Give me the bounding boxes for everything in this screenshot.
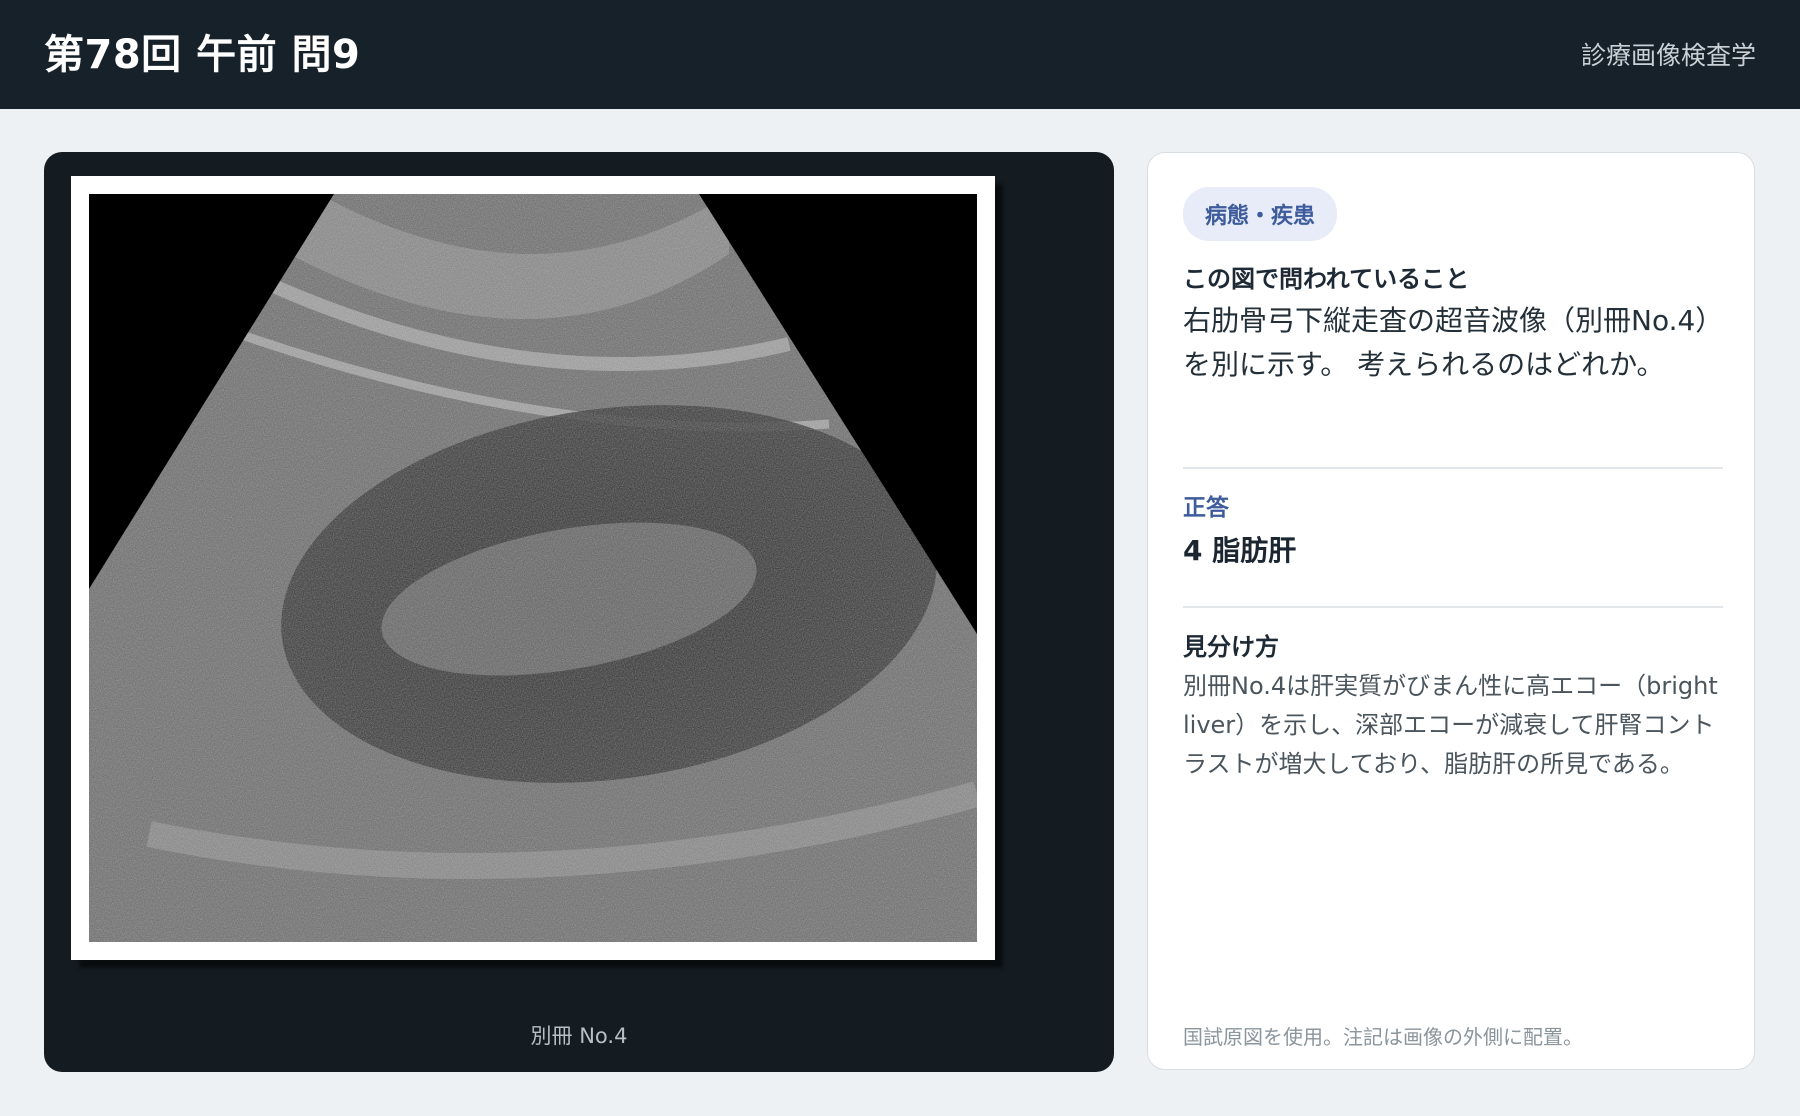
figure-caption: 別冊 No.4 — [530, 1024, 628, 1048]
subject-label: 診療画像検査学 — [1580, 41, 1756, 70]
divider — [1183, 467, 1723, 469]
figure-panel: 別冊 No.4 — [44, 152, 1114, 1072]
answer-label: 正答 — [1183, 495, 1229, 521]
question-heading: この図で問われていること — [1183, 265, 1470, 293]
photo-frame — [71, 176, 995, 960]
info-card: 病態・疾患 この図で問われていること 右肋骨弓下縦走査の超音波像（別冊No.4）… — [1147, 152, 1755, 1070]
divider — [1183, 606, 1723, 608]
answer-value: 4 脂肪肝 — [1183, 534, 1297, 567]
category-badge: 病態・疾患 — [1183, 187, 1338, 241]
question-text: 右肋骨弓下縦走査の超音波像（別冊No.4）を別に示す。 考えられるのはどれか。 — [1183, 304, 1710, 381]
header-bar: 第78回 午前 問9 診療画像検査学 — [0, 0, 1800, 109]
tips-text: 別冊No.4は肝実質がびまん性に高エコー（bright liver）を示し、深部… — [1183, 672, 1718, 778]
page-title: 第78回 午前 問9 — [44, 32, 361, 78]
ultrasound-illustration — [89, 194, 977, 942]
footnote: 国試原図を使用。注記は画像の外側に配置。 — [1183, 1025, 1583, 1049]
tips-heading: 見分け方 — [1183, 633, 1279, 661]
ultrasound-image — [89, 194, 977, 942]
